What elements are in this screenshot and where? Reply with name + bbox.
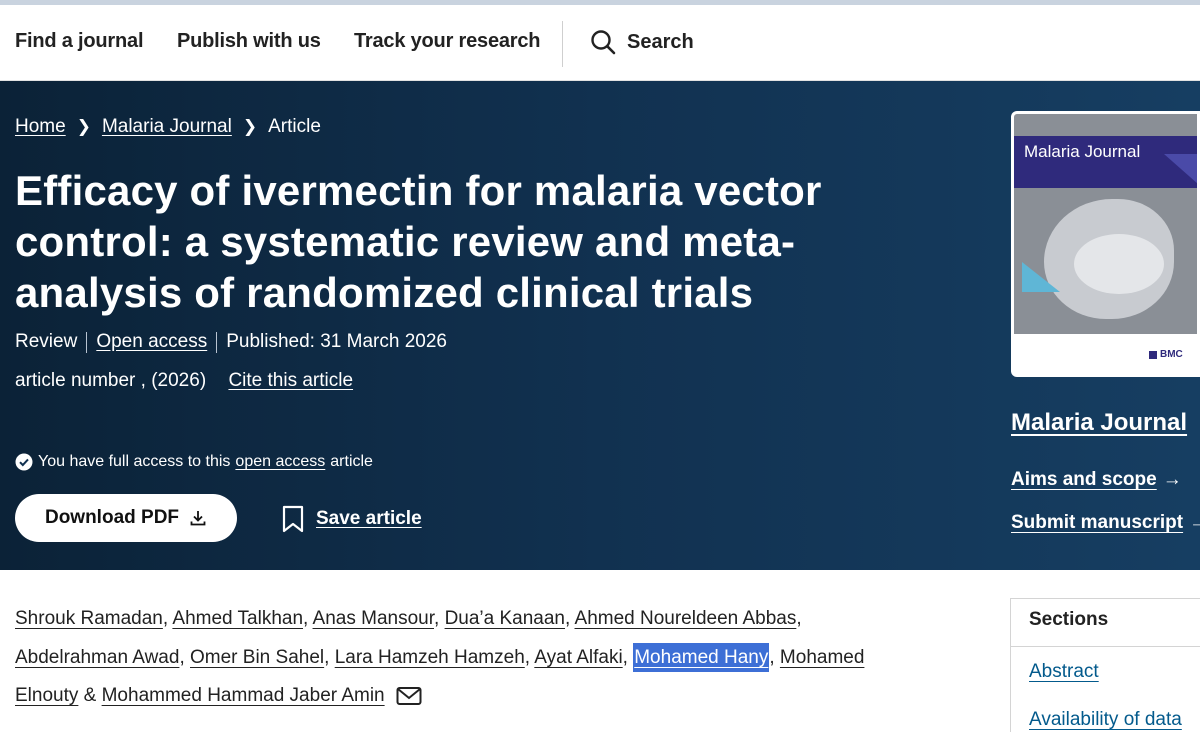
access-notice: You have full access to this open access… (15, 453, 373, 471)
cover-shape (1022, 262, 1060, 292)
download-icon (190, 511, 206, 526)
article-citation-row: article number , (2026) Cite this articl… (15, 370, 353, 392)
cite-article-link[interactable]: Cite this article (228, 370, 353, 391)
journal-cover[interactable]: Malaria Journal BMC (1011, 111, 1200, 377)
nav-divider (562, 21, 563, 67)
article-header: Home ❯ Malaria Journal ❯ Article Efficac… (0, 81, 1200, 570)
access-notice-link[interactable]: open access (235, 453, 325, 471)
access-notice-prefix: You have full access to this (38, 453, 231, 470)
nav-find-journal[interactable]: Find a journal (15, 30, 144, 53)
search-label: Search (627, 30, 694, 53)
published-date: Published: 31 March 2026 (226, 331, 447, 352)
top-navigation: Find a journal Publish with us Track you… (0, 5, 1200, 81)
mail-icon[interactable] (396, 686, 422, 706)
breadcrumb-journal[interactable]: Malaria Journal (102, 116, 232, 138)
cover-image: Malaria Journal (1014, 114, 1197, 334)
cover-shape (1074, 234, 1164, 294)
aims-scope-link[interactable]: Aims and scope → (1011, 469, 1182, 491)
article-type: Review (15, 331, 78, 352)
meta-divider (216, 331, 218, 353)
breadcrumb-current: Article (268, 116, 321, 137)
sections-divider (1011, 646, 1200, 647)
sections-panel: Sections Abstract Availability of data (1010, 598, 1200, 732)
author-link[interactable]: Lara Hamzeh Hamzeh (335, 647, 525, 668)
author-link[interactable]: Ayat Alfaki (534, 647, 622, 668)
nav-publish-with-us[interactable]: Publish with us (177, 30, 321, 53)
check-circle-icon (15, 453, 33, 471)
bookmark-icon (282, 505, 304, 533)
author-link[interactable]: Dua’a Kanaan (445, 608, 565, 629)
breadcrumb: Home ❯ Malaria Journal ❯ Article (15, 116, 321, 138)
author-link[interactable]: Anas Mansour (313, 608, 434, 629)
author-list: Shrouk Ramadan, Ahmed Talkhan, Anas Mans… (15, 608, 865, 706)
author-link[interactable]: Shrouk Ramadan (15, 608, 163, 629)
chevron-right-icon: ❯ (242, 117, 258, 136)
search-icon (591, 30, 616, 55)
cover-title: Malaria Journal (1024, 142, 1141, 161)
open-access-link[interactable]: Open access (96, 331, 207, 353)
author-link[interactable]: Ahmed Talkhan (172, 608, 303, 629)
section-link-availability[interactable]: Availability of data (1029, 709, 1182, 731)
article-number: article number , (2026) (15, 370, 207, 391)
save-article-label: Save article (316, 508, 422, 529)
section-link-abstract[interactable]: Abstract (1029, 661, 1099, 683)
save-article-button[interactable]: Save article (282, 505, 422, 533)
arrow-right-icon: → (1162, 469, 1182, 490)
submit-manuscript-link[interactable]: Submit manuscript → (1011, 512, 1200, 534)
download-pdf-label: Download PDF (44, 507, 180, 528)
arrow-right-icon: → (1189, 512, 1200, 533)
author-link[interactable]: Omer Bin Sahel (190, 647, 324, 668)
access-notice-suffix: article (330, 453, 373, 470)
author-link-selected[interactable]: Mohamed Hany (633, 642, 770, 672)
bmc-logo: BMC (1149, 349, 1183, 360)
author-link[interactable]: Ahmed Noureldeen Abbas (575, 608, 797, 629)
sections-heading: Sections (1029, 609, 1109, 630)
author-link[interactable]: Abdelrahman Awad (15, 647, 179, 668)
journal-name-link[interactable]: Malaria Journal (1011, 409, 1187, 437)
download-pdf-button[interactable]: Download PDF (15, 494, 237, 542)
author-link[interactable]: Mohammed Hammad Jaber Amin (102, 685, 385, 706)
meta-divider (86, 331, 88, 353)
chevron-right-icon: ❯ (76, 117, 91, 136)
aims-scope-label: Aims and scope (1011, 469, 1157, 490)
breadcrumb-home[interactable]: Home (15, 116, 66, 138)
search-button[interactable]: Search (590, 29, 694, 55)
article-title: Efficacy of ivermectin for malaria vecto… (15, 167, 822, 316)
nav-track-research[interactable]: Track your research (354, 30, 541, 53)
cover-shape (1164, 154, 1197, 184)
article-meta: Review Open access Published: 31 March 2… (15, 331, 447, 353)
submit-manuscript-label: Submit manuscript (1011, 512, 1184, 533)
